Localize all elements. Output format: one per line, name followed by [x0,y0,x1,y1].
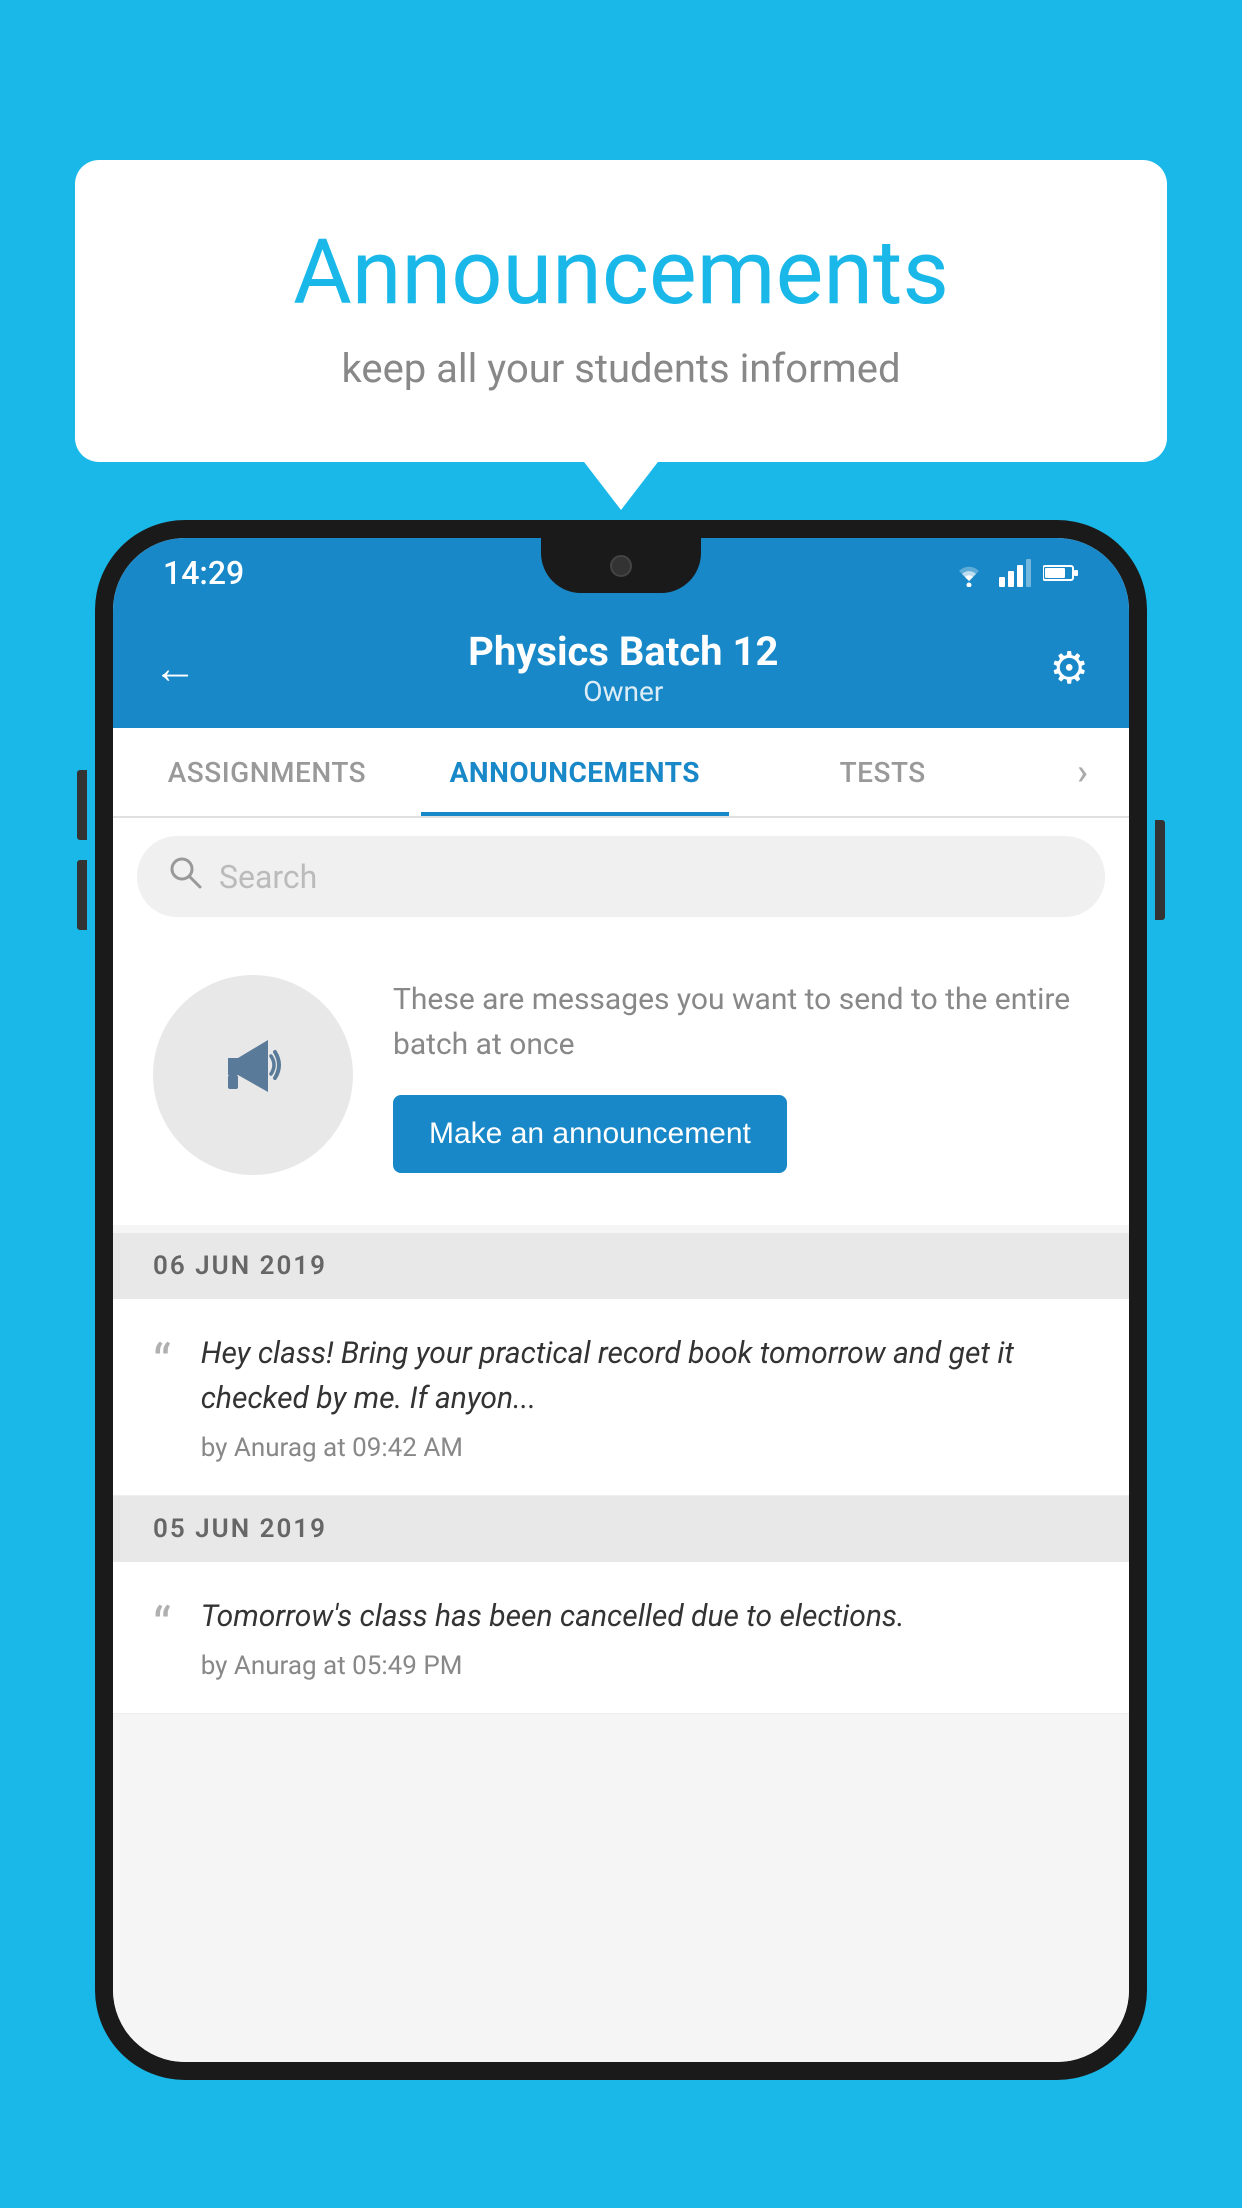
settings-icon[interactable]: ⚙ [1050,642,1089,694]
announcement-item-2[interactable]: “ Tomorrow's class has been cancelled du… [113,1562,1129,1714]
prompt-right: These are messages you want to send to t… [393,977,1089,1173]
tab-more[interactable]: › [1037,728,1129,816]
content-area: Search [113,818,1129,2062]
quote-icon-1: “ [153,1339,171,1389]
wifi-icon [951,559,987,587]
hero-subtitle: keep all your students informed [145,345,1097,392]
front-camera [610,555,632,577]
search-icon [167,854,203,899]
megaphone-circle [153,975,353,1175]
tabs-bar: ASSIGNMENTS ANNOUNCEMENTS TESTS › [113,728,1129,818]
notch [541,538,701,593]
header-subtitle: Owner [468,675,778,708]
volume-down-button [77,860,87,930]
tab-announcements[interactable]: ANNOUNCEMENTS [421,728,729,816]
tab-assignments[interactable]: ASSIGNMENTS [113,728,421,816]
hero-title: Announcements [145,220,1097,325]
status-time: 14:29 [163,554,244,592]
phone-outer: 14:29 [95,520,1147,2080]
battery-icon [1043,563,1079,583]
header-title: Physics Batch 12 [468,628,778,675]
app-header: ← Physics Batch 12 Owner ⚙ [113,608,1129,728]
header-center: Physics Batch 12 Owner [468,628,778,708]
tab-tests[interactable]: TESTS [729,728,1037,816]
announcement-content-2: Tomorrow's class has been cancelled due … [201,1594,1089,1681]
search-bar-container: Search [113,818,1129,935]
signal-icon [999,559,1031,587]
power-button [1155,820,1165,920]
announcement-meta-1: by Anurag at 09:42 AM [201,1433,1089,1463]
phone-screen: 14:29 [113,538,1129,2062]
date-separator-2: 05 JUN 2019 [113,1496,1129,1562]
announcement-prompt: These are messages you want to send to t… [113,935,1129,1225]
date-separator-1: 06 JUN 2019 [113,1233,1129,1299]
search-bar[interactable]: Search [137,836,1105,917]
search-placeholder: Search [219,858,317,896]
announcement-meta-2: by Anurag at 05:49 PM [201,1651,1089,1681]
announcement-item-1[interactable]: “ Hey class! Bring your practical record… [113,1299,1129,1496]
announcement-message-1: Hey class! Bring your practical record b… [201,1331,1089,1421]
volume-up-button [77,770,87,840]
status-bar: 14:29 [113,538,1129,608]
announcement-message-2: Tomorrow's class has been cancelled due … [201,1594,1089,1639]
status-icons [951,559,1079,587]
phone-mockup: 14:29 [95,520,1147,2208]
hero-card: Announcements keep all your students inf… [75,160,1167,462]
megaphone-icon [208,1020,298,1130]
back-button[interactable]: ← [153,642,197,694]
quote-icon-2: “ [153,1602,171,1652]
announcement-content-1: Hey class! Bring your practical record b… [201,1331,1089,1463]
prompt-description: These are messages you want to send to t… [393,977,1089,1067]
make-announcement-button[interactable]: Make an announcement [393,1095,787,1173]
